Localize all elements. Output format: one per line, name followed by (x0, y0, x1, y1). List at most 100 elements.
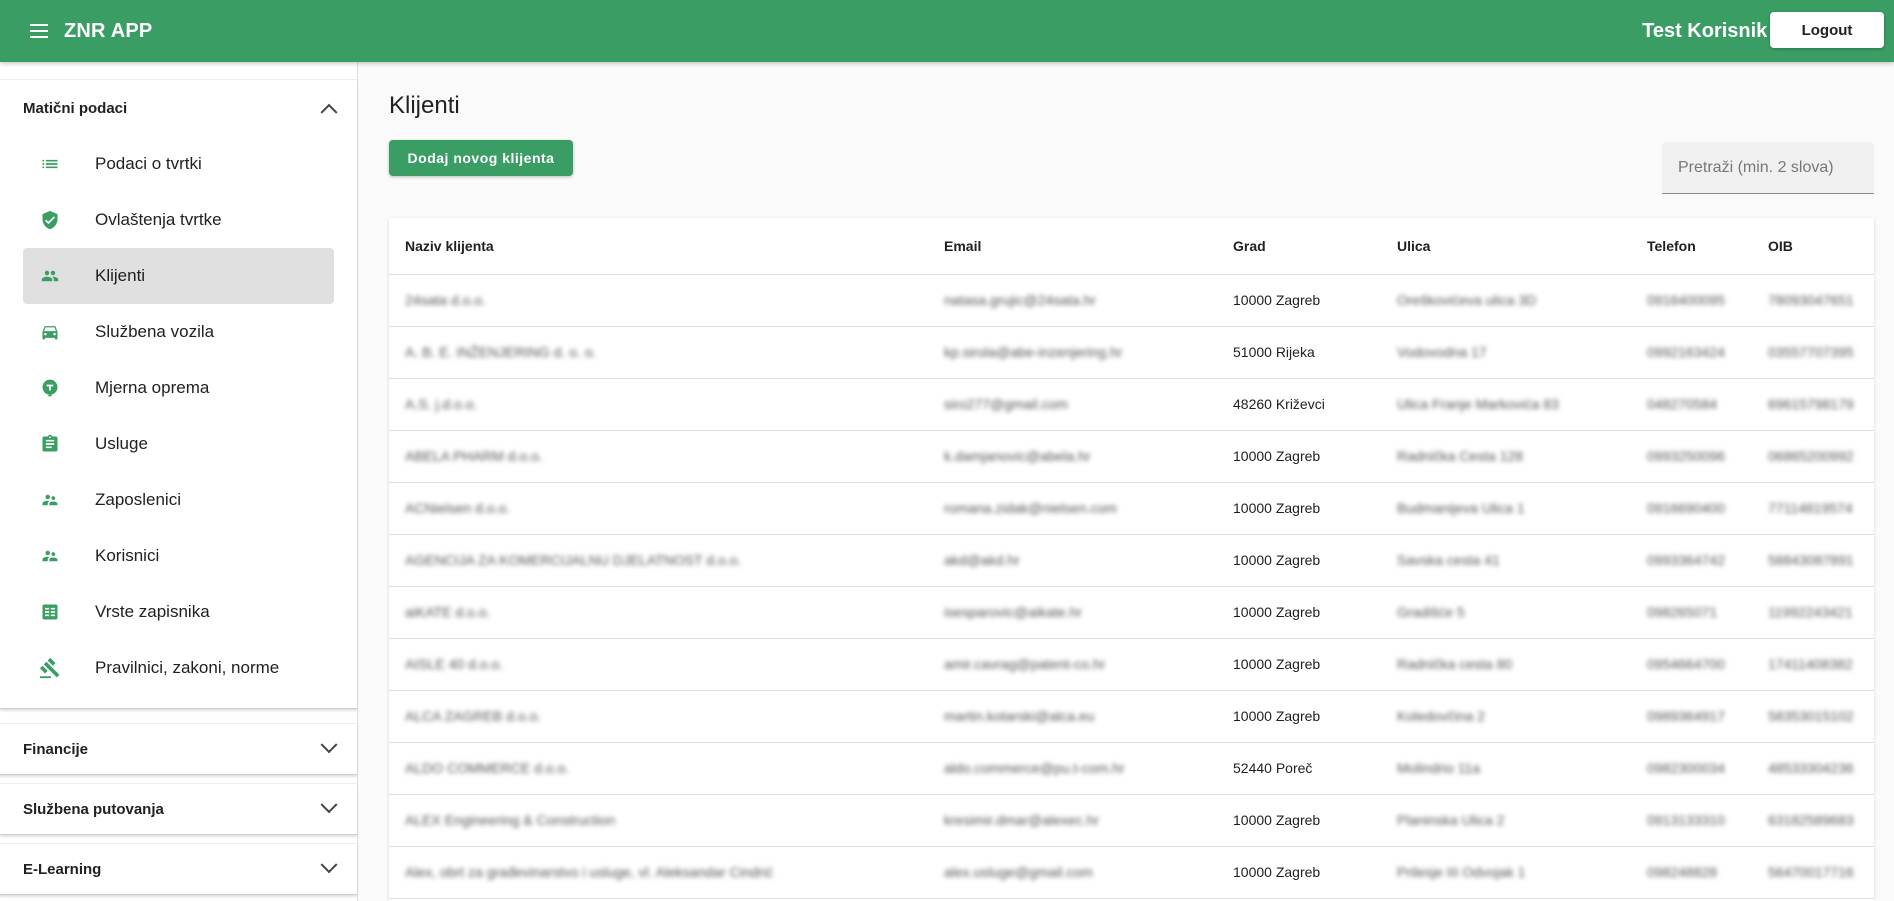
sidebar-item-usluge[interactable]: Usluge (23, 416, 334, 472)
section-title: Matični podaci (23, 99, 128, 117)
section-header-sluzbena-putovanja[interactable]: Službena putovanja (0, 784, 357, 834)
column-header-grad[interactable]: Grad (1217, 218, 1381, 275)
shield-check-icon (39, 209, 61, 231)
cell-email: aldo.commerce@pu.t-com.hr (928, 742, 1217, 795)
table-row[interactable]: 24sata d.o.o. natasa.grujic@24sata.hr 1000… (389, 274, 1874, 327)
cell-telefon: 048270584 (1631, 378, 1752, 431)
cell-oib: 11992243421 (1752, 586, 1874, 639)
section-financije: Financije (0, 723, 357, 775)
sidebar-item-podaci-o-tvrtki[interactable]: Podaci o tvrtki (23, 136, 334, 192)
sidebar-item-label: Podaci o tvrtki (95, 154, 202, 173)
sidebar-item-sluzbena-vozila[interactable]: Službena vozila (23, 304, 334, 360)
sidebar-item-ovlastenja-tvrtke[interactable]: Ovlaštenja tvrtke (23, 192, 334, 248)
page-title: Klijenti (389, 92, 460, 119)
section-header-maticni-podaci[interactable]: Matični podaci (0, 80, 357, 136)
clients-table: Naziv klijenta Email Grad Ulica Telefon … (389, 218, 1874, 899)
section-header-e-learning[interactable]: E-Learning (0, 844, 357, 894)
search-input[interactable] (1662, 142, 1874, 194)
table-row[interactable]: AISLE 40 d.o.o. amir.cavrag@patent-co.hr 1… (389, 638, 1874, 691)
chevron-down-icon (320, 796, 338, 814)
column-header-telefon[interactable]: Telefon (1631, 218, 1752, 275)
sidebar-item-klijenti[interactable]: Klijenti (23, 248, 334, 304)
car-icon (39, 321, 61, 343)
cell-telefon: 098265071 (1631, 586, 1752, 639)
cell-oib: 77114819574 (1752, 482, 1874, 535)
main-content: Klijenti Dodaj novog klijenta Naziv klij… (358, 62, 1894, 901)
table-body: 24sata d.o.o. natasa.grujic@24sata.hr 1000… (389, 274, 1874, 899)
cell-oib: 63182589683 (1752, 794, 1874, 847)
table-row[interactable]: AGENCIJA ZA KOMERCIJALNU DJELATNOST d.o.… (389, 534, 1874, 587)
column-header-ulica[interactable]: Ulica (1381, 218, 1631, 275)
cell-grad: 10000 Zagreb (1217, 690, 1381, 743)
cell-telefon: 0954664700 (1631, 638, 1752, 691)
sidebar-item-label: Korisnici (95, 546, 160, 565)
cell-email: kp.sirola@abe-inzenjering.hr (928, 326, 1217, 379)
list-icon (39, 153, 61, 175)
chevron-down-icon (320, 856, 338, 874)
cell-grad: 10000 Zagreb (1217, 846, 1381, 899)
cell-naziv: AGENCIJA ZA KOMERCIJALNU DJELATNOST d.o.… (389, 534, 928, 587)
table-row[interactable]: ALCA ZAGREB d.o.o. martin.kotarski@alca.e… (389, 690, 1874, 743)
column-header-oib[interactable]: OIB (1752, 218, 1874, 275)
sidebar-item-vrste-zapisnika[interactable]: Vrste zapisnika (23, 584, 334, 640)
table-row[interactable]: Alex, obrt za građevinarstvo i usluge, v… (389, 846, 1874, 899)
column-header-email[interactable]: Email (928, 218, 1217, 275)
sidebar-item-label: Vrste zapisnika (95, 602, 210, 621)
cell-ulica: Planinska Ulica 2 (1381, 794, 1631, 847)
column-header-naziv[interactable]: Naziv klijenta (389, 218, 928, 275)
people-icon (39, 489, 61, 511)
chevron-down-icon (320, 736, 338, 754)
clipboard-icon (39, 433, 61, 455)
section-title: Službena putovanja (23, 800, 164, 818)
cell-naziv: A. B. E. INŽENJERING d. o. o. (389, 326, 928, 379)
cell-email: romana.zidak@nielsen.com (928, 482, 1217, 535)
cell-ulica: Ulica Franje Markovića 83 (1381, 378, 1631, 431)
cell-oib: 58353015102 (1752, 690, 1874, 743)
cell-grad: 10000 Zagreb (1217, 482, 1381, 535)
table-row[interactable]: A.S. j.d.o.o. siro277@gmail.com 48260 Križ… (389, 378, 1874, 431)
gauge-icon (39, 377, 61, 399)
sidebar-item-mjerna-oprema[interactable]: Mjerna oprema (23, 360, 334, 416)
table-row[interactable]: ABELA PHARM d.o.o. k.damjanovic@abela.hr 1… (389, 430, 1874, 483)
table-row[interactable]: ALEX Engineering & Construction kresimir.… (389, 794, 1874, 847)
cell-oib: 17411408382 (1752, 638, 1874, 691)
section-maticni-podaci: Matični podaci Podaci o tvrtki Ovlaštenj… (0, 79, 357, 709)
cell-email: isesparovic@aikate.hr (928, 586, 1217, 639)
cell-email: siro277@gmail.com (928, 378, 1217, 431)
table-row[interactable]: ACNielsen d.o.o. romana.zidak@nielsen.com… (389, 482, 1874, 535)
cell-grad: 10000 Zagreb (1217, 638, 1381, 691)
cell-ulica: Budmanijeva Ulica 1 (1381, 482, 1631, 535)
cell-ulica: Oreškovićeva ulica 3D (1381, 274, 1631, 327)
cell-oib: 78093047651 (1752, 274, 1874, 327)
cell-email: amir.cavrag@patent-co.hr (928, 638, 1217, 691)
add-client-button[interactable]: Dodaj novog klijenta (389, 140, 573, 176)
cell-telefon: 098248828 (1631, 846, 1752, 899)
cell-grad: 10000 Zagreb (1217, 430, 1381, 483)
table-row[interactable]: aiKATE d.o.o. isesparovic@aikate.hr 10000 … (389, 586, 1874, 639)
cell-telefon: 0913133310 (1631, 794, 1752, 847)
logout-button[interactable]: Logout (1770, 12, 1884, 48)
cell-ulica: Radnička Cesta 128 (1381, 430, 1631, 483)
sidebar-item-label: Klijenti (95, 266, 146, 285)
cell-ulica: Vodovodna 17 (1381, 326, 1631, 379)
cell-naziv: ABELA PHARM d.o.o. (389, 430, 928, 483)
menu-icon[interactable] (24, 16, 54, 46)
table-row[interactable]: ALDO COMMERCE d.o.o. aldo.commerce@pu.t-c… (389, 742, 1874, 795)
sidebar-item-label: Službena vozila (95, 322, 215, 341)
sidebar-item-korisnici[interactable]: Korisnici (23, 528, 334, 584)
table-row[interactable]: A. B. E. INŽENJERING d. o. o. kp.sirola@a… (389, 326, 1874, 379)
cell-ulica: Gradišće 5 (1381, 586, 1631, 639)
sidebar-item-label: Ovlaštenja tvrtke (95, 210, 222, 229)
cell-oib: 69615798179 (1752, 378, 1874, 431)
cell-ulica: Koledovčina 2 (1381, 690, 1631, 743)
cell-grad: 10000 Zagreb (1217, 794, 1381, 847)
cell-oib: 48533304236 (1752, 742, 1874, 795)
section-header-financije[interactable]: Financije (0, 724, 357, 774)
cell-telefon: 0916400095 (1631, 274, 1752, 327)
cell-naziv: Alex, obrt za građevinarstvo i usluge, v… (389, 846, 928, 899)
cell-oib: 58843087891 (1752, 534, 1874, 587)
sidebar-item-zaposlenici[interactable]: Zaposlenici (23, 472, 334, 528)
sidebar-item-label: Usluge (95, 434, 148, 453)
cell-telefon: 0993364742 (1631, 534, 1752, 587)
sidebar-item-pravilnici[interactable]: Pravilnici, zakoni, norme (23, 640, 334, 696)
